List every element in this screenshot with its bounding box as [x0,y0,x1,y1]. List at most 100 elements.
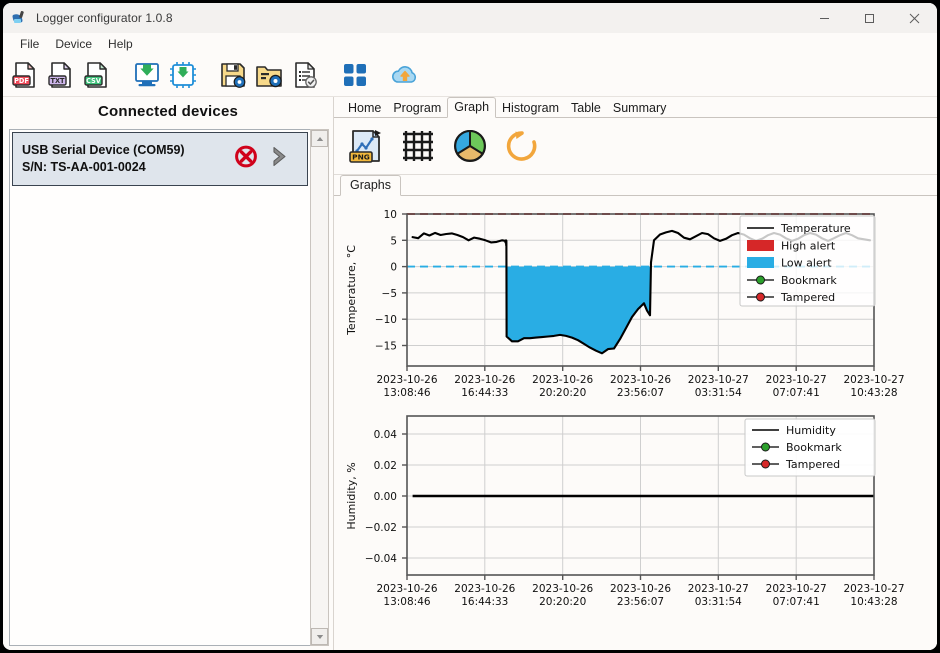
title-bar: Logger configurator 1.0.8 [3,3,937,33]
refresh-button[interactable] [496,121,548,171]
charts-svg: 10 5 0 −5 −10 −15 2023-10-26 13:08:46 20… [345,209,905,608]
download-to-chip-button[interactable] [165,56,201,94]
hum-xtick-date-5: 2023-10-27 [766,583,827,595]
export-txt-button[interactable]: TXT [43,56,79,94]
hum-xtick-date-2: 2023-10-26 [532,583,593,595]
temp-xtick-time-3: 23:56:07 [617,387,664,399]
hum-xtick-date-0: 2023-10-26 [376,583,437,595]
temp-xtick-time-1: 16:44:33 [461,387,508,399]
hum-ytick-4: −0.04 [365,553,397,565]
tab-summary[interactable]: Summary [607,99,672,118]
export-pdf-button[interactable]: PDF [7,56,43,94]
device-list-item[interactable]: USB Serial Device (COM59) S/N: TS-AA-001… [12,132,308,186]
temp-ytick-1: 5 [390,235,397,247]
window-title: Logger configurator 1.0.8 [36,11,173,25]
hum-ytick-3: −0.02 [365,522,397,534]
cloud-upload-button[interactable] [387,56,423,94]
plots-container: 10 5 0 −5 −10 −15 2023-10-26 13:08:46 20… [334,196,937,650]
save-config-button[interactable] [215,56,251,94]
subtab-graphs[interactable]: Graphs [340,175,401,196]
temp-xtick-time-2: 20:20:20 [539,387,586,399]
temp-xtick-time-5: 07:07:41 [773,387,820,399]
humidity-y-axis-label: Humidity, % [345,462,358,529]
temp-xtick-date-4: 2023-10-27 [688,374,749,386]
toggle-grid-button[interactable] [392,121,444,171]
hum-legend-label-1: Bookmark [786,441,842,454]
tab-graph[interactable]: Graph [447,97,497,118]
app-logo-icon [12,10,28,26]
temp-xtick-time-6: 10:43:28 [850,387,897,399]
hum-ytick-0: 0.04 [374,429,398,441]
menu-device[interactable]: Device [47,36,100,52]
hum-xtick-date-1: 2023-10-26 [454,583,515,595]
hum-ytick-1: 0.02 [374,460,397,472]
close-icon[interactable] [892,3,937,33]
hum-xtick-date-3: 2023-10-26 [610,583,671,595]
svg-text:TXT: TXT [50,77,65,85]
tab-home[interactable]: Home [342,99,387,118]
hum-xtick-time-6: 10:43:28 [850,596,897,608]
temp-ytick-4: −10 [375,314,397,326]
hum-legend-label-0: Humidity [786,424,836,437]
hum-ytick-2: 0.00 [374,491,397,503]
graph-toolbar: PNG [334,118,937,175]
temp-xtick-date-1: 2023-10-26 [454,374,515,386]
svg-text:CSV: CSV [86,77,102,85]
open-folder-config-button[interactable] [251,56,287,94]
chevron-right-icon[interactable] [265,143,293,176]
temp-xtick-date-6: 2023-10-27 [843,374,904,386]
export-csv-button[interactable]: CSV [79,56,115,94]
tab-table[interactable]: Table [565,99,607,118]
humidity-x-ticks: 2023-10-26 13:08:46 2023-10-26 16:44:33 … [376,575,905,608]
minimize-icon[interactable] [802,3,847,33]
temp-ytick-2: 0 [390,262,397,274]
temp-legend-label-3: Bookmark [781,274,837,287]
temp-ytick-0: 10 [384,209,397,221]
device-list-scrollbar[interactable] [310,129,329,646]
hum-xtick-time-1: 16:44:33 [461,596,508,608]
disconnect-cross-icon[interactable] [233,144,259,175]
humidity-y-ticks: 0.04 0.02 0.00 −0.02 −0.04 [365,429,407,565]
temp-legend-label-0: Temperature [780,222,851,235]
hum-xtick-date-4: 2023-10-27 [688,583,749,595]
temp-xtick-time-0: 13:08:46 [383,387,430,399]
humidity-chart: 0.04 0.02 0.00 −0.02 −0.04 2023-10-26 13… [345,415,905,608]
maximize-icon[interactable] [847,3,892,33]
temp-legend-label-2: Low alert [781,257,832,270]
pie-chart-button[interactable] [444,121,496,171]
device-list: USB Serial Device (COM59) S/N: TS-AA-001… [9,129,311,646]
menu-file[interactable]: File [12,36,47,52]
temp-xtick-date-5: 2023-10-27 [766,374,827,386]
temp-xtick-date-2: 2023-10-26 [532,374,593,386]
hum-xtick-date-6: 2023-10-27 [843,583,904,595]
hum-legend-label-2: Tampered [785,458,840,471]
tab-program[interactable]: Program [387,99,447,118]
save-png-button[interactable]: PNG [340,121,392,171]
menu-help[interactable]: Help [100,36,141,52]
connected-devices-title: Connected devices [97,103,239,120]
scroll-down-arrow-icon[interactable] [311,628,328,645]
report-button[interactable] [287,56,323,94]
graph-panel: Home Program Graph Histogram Table Summa… [334,97,937,650]
temp-legend-label-4: Tampered [780,291,835,304]
temperature-y-axis-label: Temperature, °C [345,245,358,336]
scroll-up-arrow-icon[interactable] [311,130,328,147]
download-to-monitor-button[interactable] [129,56,165,94]
sub-tab-bar: Graphs [334,175,937,196]
device-name: USB Serial Device (COM59) [22,143,185,157]
temp-xtick-date-0: 2023-10-26 [376,374,437,386]
svg-text:PNG: PNG [352,153,370,162]
tab-histogram[interactable]: Histogram [496,99,565,118]
temperature-legend: Temperature High alert Low alert Bookmar… [739,215,876,307]
temp-ytick-3: −5 [382,288,397,300]
main-toolbar: PDF TXT CSV [3,54,937,97]
svg-text:PDF: PDF [14,77,29,85]
temp-ytick-5: −15 [375,341,397,353]
app-window: Logger configurator 1.0.8 File Device He… [3,3,937,650]
grid-view-button[interactable] [337,56,373,94]
temp-legend-label-1: High alert [781,240,836,253]
hum-xtick-time-3: 23:56:07 [617,596,664,608]
device-serial: S/N: TS-AA-001-0024 [22,160,146,174]
temperature-chart: 10 5 0 −5 −10 −15 2023-10-26 13:08:46 20… [345,209,905,399]
temp-xtick-time-4: 03:31:54 [695,387,742,399]
